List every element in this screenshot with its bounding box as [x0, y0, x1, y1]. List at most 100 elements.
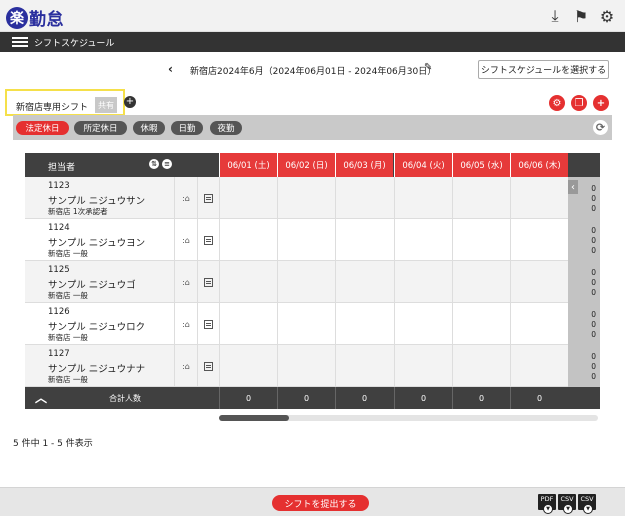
shift-day-cell[interactable]	[219, 303, 277, 345]
shift-day-cell[interactable]	[277, 261, 335, 303]
shift-day-cell[interactable]	[394, 261, 452, 303]
summary-value: 0	[591, 268, 596, 277]
download-tray-icon[interactable]: ⤓	[545, 6, 565, 26]
memo-icon[interactable]	[204, 361, 213, 371]
date-header: 06/01 (土)	[219, 153, 277, 177]
shift-day-cell[interactable]	[452, 219, 510, 261]
memo-cell[interactable]	[197, 177, 219, 219]
period-label: 新宿店2024年6月（2024年06月01日 - 2024年06月30日）	[190, 67, 437, 77]
sort-icon[interactable]: ⇅	[149, 159, 159, 169]
shift-request-icon[interactable]: :⌂	[174, 345, 197, 387]
table-row: 1126 サンプル ニジュウロク 新宿店 一般:⌂ 0 0 0	[25, 303, 600, 345]
shift-day-cell[interactable]	[277, 303, 335, 345]
shift-day-cell[interactable]	[277, 219, 335, 261]
submit-shift-button[interactable]: シフトを提出する	[272, 495, 369, 511]
edit-pencil-icon[interactable]: ✎	[424, 62, 432, 73]
shift-day-cell[interactable]	[510, 177, 568, 219]
shift-day-cell[interactable]	[394, 345, 452, 387]
add-tab-icon[interactable]: +	[124, 96, 136, 108]
pdf-download-icon[interactable]: PDF	[538, 494, 556, 514]
memo-cell[interactable]	[197, 345, 219, 387]
filter-legal-holiday[interactable]: 法定休日	[16, 121, 69, 135]
employee-name[interactable]: サンプル ニジュウサン	[48, 193, 145, 207]
memo-icon[interactable]	[204, 319, 213, 329]
shift-day-cell[interactable]	[510, 303, 568, 345]
shift-day-cell[interactable]	[452, 261, 510, 303]
menu-icon[interactable]	[12, 37, 28, 48]
shift-request-icon[interactable]: :⌂	[174, 177, 197, 219]
shift-day-cell[interactable]	[452, 177, 510, 219]
select-schedule-button[interactable]: シフトスケジュールを選択する	[478, 60, 609, 79]
memo-cell[interactable]	[197, 219, 219, 261]
summary-value: 0	[591, 362, 596, 371]
employee-role: 新宿店 一般	[48, 375, 88, 384]
collapse-up-icon[interactable]: ︿	[35, 389, 47, 406]
employee-name[interactable]: サンプル ニジュウロク	[48, 319, 145, 333]
employee-name[interactable]: サンプル ニジュウゴ	[48, 277, 136, 291]
memo-icon[interactable]	[204, 277, 213, 287]
total-cell: 0	[335, 387, 393, 409]
shift-day-cell[interactable]	[394, 303, 452, 345]
shift-day-cell[interactable]	[335, 303, 393, 345]
csv-download-icon[interactable]: CSV	[558, 494, 576, 514]
memo-cell[interactable]	[197, 303, 219, 345]
shift-request-icon[interactable]: :⌂	[174, 261, 197, 303]
shift-day-cell[interactable]	[335, 261, 393, 303]
page-title: シフトスケジュール	[34, 39, 115, 49]
tab-shinjuku-shift[interactable]: 新宿店専用シフト 共有	[5, 89, 125, 116]
shift-day-cell[interactable]	[277, 177, 335, 219]
memo-icon[interactable]	[204, 235, 213, 245]
summary-cell: 000	[568, 261, 600, 303]
shift-day-cell[interactable]	[452, 345, 510, 387]
shift-day-cell[interactable]	[510, 219, 568, 261]
header-summary	[568, 153, 600, 177]
memo-cell[interactable]	[197, 261, 219, 303]
shift-day-cell[interactable]	[510, 345, 568, 387]
shift-day-cell[interactable]	[335, 345, 393, 387]
filter-day-shift[interactable]: 日勤	[171, 121, 203, 135]
shift-day-cell[interactable]	[452, 303, 510, 345]
total-row: ︿ 合計人数 0 0 0 0 0 0	[25, 387, 600, 409]
filter-icon[interactable]: ≡	[162, 159, 172, 169]
shift-request-icon[interactable]: :⌂	[174, 303, 197, 345]
shift-day-cell[interactable]	[394, 177, 452, 219]
employee-name[interactable]: サンプル ニジュウヨン	[48, 235, 145, 249]
table-row: 1125 サンプル ニジュウゴ 新宿店 一般:⌂ 0 0 0	[25, 261, 600, 303]
app-logo[interactable]: 楽 勤怠	[6, 5, 64, 30]
shift-day-cell[interactable]	[219, 219, 277, 261]
table-row: 1124 サンプル ニジュウヨン 新宿店 一般:⌂ 0 0 0	[25, 219, 600, 261]
shift-day-cell[interactable]	[219, 177, 277, 219]
scrollbar-thumb[interactable]	[219, 415, 289, 421]
employee-name[interactable]: サンプル ニジュウナナ	[48, 361, 145, 375]
filter-scheduled-holiday[interactable]: 所定休日	[74, 121, 127, 135]
shift-day-cell[interactable]	[335, 177, 393, 219]
add-icon[interactable]: +	[593, 95, 609, 111]
copy-icon[interactable]: ❐	[571, 95, 587, 111]
shift-day-cell[interactable]	[510, 261, 568, 303]
settings-icon[interactable]: ⚙	[549, 95, 565, 111]
memo-icon[interactable]	[204, 193, 213, 203]
flag-icon[interactable]: ⚑	[571, 6, 591, 26]
scroll-left-button[interactable]: ‹	[568, 180, 578, 194]
employee-role: 新宿店 一般	[48, 249, 88, 258]
filter-leave[interactable]: 休暇	[133, 121, 165, 135]
shift-request-icon[interactable]: :⌂	[174, 219, 197, 261]
shift-day-cell[interactable]	[394, 219, 452, 261]
horizontal-scrollbar[interactable]	[219, 415, 598, 421]
summary-value: 0	[591, 352, 596, 361]
csv-download-icon[interactable]: CSV	[578, 494, 596, 514]
total-cell: 0	[394, 387, 452, 409]
filter-night-shift[interactable]: 夜勤	[210, 121, 242, 135]
employee-id: 1124	[48, 223, 70, 233]
refresh-icon[interactable]: ⟳	[593, 120, 608, 135]
employee-role: 新宿店 一般	[48, 291, 88, 300]
shift-day-cell[interactable]	[219, 345, 277, 387]
shift-day-cell[interactable]	[277, 345, 335, 387]
prev-period-button[interactable]: ‹	[168, 62, 173, 76]
period-row: ‹ 新宿店2024年6月（2024年06月01日 - 2024年06月30日） …	[0, 60, 625, 80]
nav-bar: シフトスケジュール	[0, 32, 625, 52]
gear-icon[interactable]: ⚙	[597, 6, 617, 26]
shift-day-cell[interactable]	[219, 261, 277, 303]
shift-day-cell[interactable]	[335, 219, 393, 261]
total-label: 合計人数	[109, 394, 141, 403]
